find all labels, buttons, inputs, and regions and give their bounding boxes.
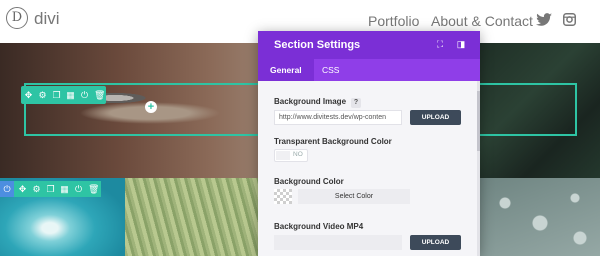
- twitter-icon[interactable]: [536, 13, 552, 27]
- logo-mark[interactable]: D: [6, 7, 28, 29]
- power-icon[interactable]: ⏻: [3, 184, 12, 194]
- upload-video-button[interactable]: UPLOAD: [410, 235, 461, 250]
- gear-icon[interactable]: ⚙: [38, 90, 47, 100]
- power-icon[interactable]: ⏻: [80, 90, 89, 100]
- background-image-url-input[interactable]: http://www.divitests.dev/wp-conten: [274, 110, 402, 125]
- nav-about-contact[interactable]: About & Contact: [431, 13, 533, 29]
- instagram-icon[interactable]: [563, 13, 576, 26]
- expand-icon[interactable]: ⛶: [435, 39, 445, 49]
- photo-grass: [125, 178, 275, 256]
- background-image-label: Background Image?: [274, 97, 362, 108]
- modal-title: Section Settings: [274, 39, 361, 51]
- modal-header: Section Settings ⛶ ◨: [258, 31, 480, 59]
- section-toolbar: ⏻ ✥ ⚙ ❐ ▦ ⏻ 🗑: [0, 181, 101, 197]
- scroll-thumb[interactable]: [477, 91, 480, 151]
- move-icon[interactable]: ✥: [18, 184, 27, 194]
- row-toolbar: ✥ ⚙ ❐ ▦ ⏻ 🗑: [21, 86, 106, 104]
- select-color-button[interactable]: Select Color: [298, 189, 410, 204]
- background-video-input[interactable]: [274, 235, 402, 250]
- columns-icon[interactable]: ▦: [66, 90, 75, 100]
- move-icon[interactable]: ✥: [24, 90, 33, 100]
- add-module-icon[interactable]: +: [145, 101, 157, 113]
- help-icon[interactable]: ?: [351, 98, 362, 108]
- duplicate-icon[interactable]: ❐: [52, 90, 61, 100]
- nav-portfolio[interactable]: Portfolio: [368, 13, 419, 29]
- toggle-knob: [276, 151, 290, 160]
- trash-icon[interactable]: 🗑: [94, 90, 105, 100]
- gear-icon[interactable]: ⚙: [32, 184, 41, 194]
- toggle-value: NO: [293, 151, 303, 158]
- background-color-label: Background Color: [274, 177, 344, 186]
- section-settings-modal: Section Settings ⛶ ◨ General CSS Backgro…: [258, 31, 480, 256]
- photo-water-drops: [480, 178, 600, 256]
- columns-icon[interactable]: ▦: [60, 184, 69, 194]
- tab-general[interactable]: General: [258, 59, 314, 81]
- modal-tabs: General CSS: [258, 59, 480, 81]
- modal-scrollbar[interactable]: [477, 81, 480, 256]
- power-icon[interactable]: ⏻: [74, 184, 83, 194]
- color-swatch[interactable]: [274, 189, 292, 204]
- background-image-label-text: Background Image: [274, 97, 347, 106]
- logo-text[interactable]: divi: [34, 9, 60, 29]
- background-video-label: Background Video MP4: [274, 222, 364, 231]
- upload-image-button[interactable]: UPLOAD: [410, 110, 461, 125]
- transparent-bg-toggle[interactable]: NO: [274, 149, 308, 162]
- tab-css[interactable]: CSS: [310, 59, 351, 81]
- duplicate-icon[interactable]: ❐: [46, 184, 55, 194]
- trash-icon[interactable]: 🗑: [88, 184, 99, 194]
- sidebar-toggle-icon[interactable]: ◨: [456, 39, 466, 49]
- transparent-bg-label: Transparent Background Color: [274, 137, 392, 146]
